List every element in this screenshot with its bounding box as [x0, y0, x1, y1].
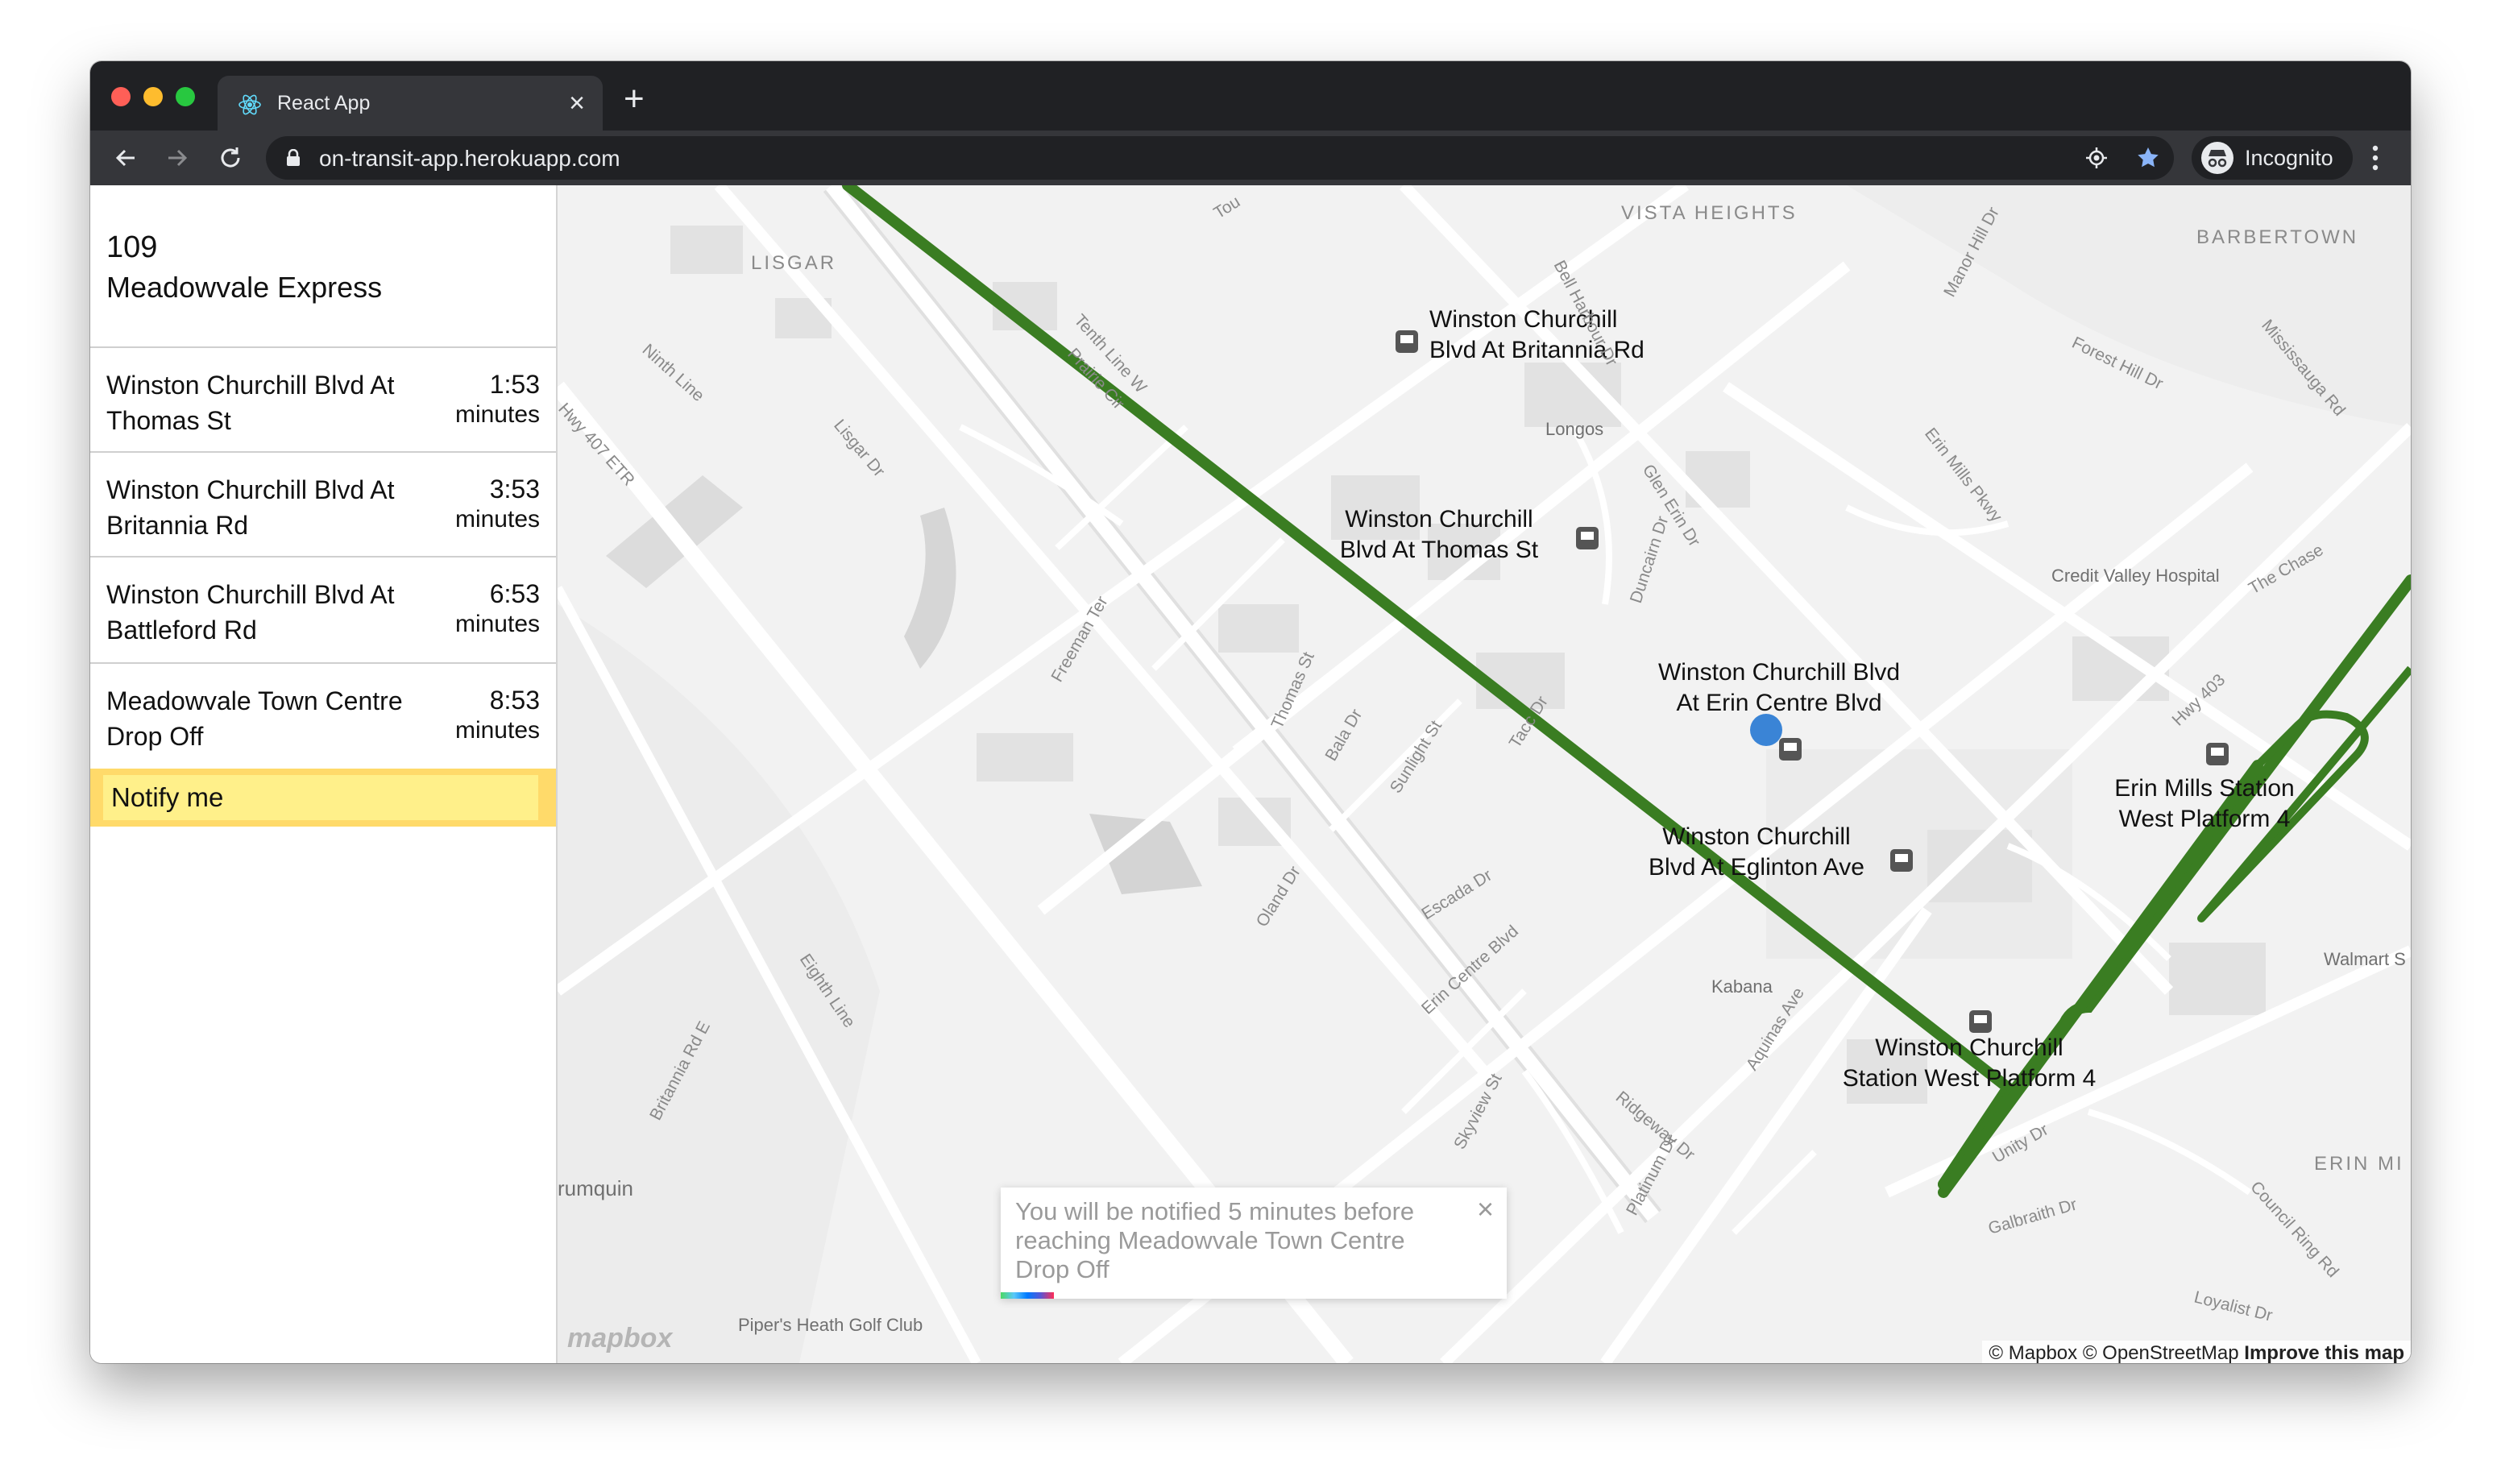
stop-label: Winston Churchill [1345, 506, 1533, 533]
incognito-icon [2201, 142, 2233, 174]
stop-label: West Platform 4 [2119, 806, 2291, 832]
react-icon [238, 94, 261, 115]
route-number: 109 [106, 230, 158, 264]
stop-name: Winston Churchill Blvd At Battleford Rd [106, 580, 395, 645]
stop-eta: 6:53 [489, 579, 540, 608]
tab-title: React App [277, 92, 371, 114]
place-label: LISGAR [751, 252, 836, 274]
maximize-window-button[interactable] [176, 87, 195, 106]
stop-name: Winston Churchill Blvd At Thomas St [106, 371, 395, 435]
stop-eta: 3:53 [489, 475, 540, 504]
more-menu-icon[interactable] [2369, 142, 2382, 174]
close-window-button[interactable] [111, 87, 131, 106]
route-name: Meadowvale Express [106, 271, 383, 304]
notify-container: Notify me [90, 769, 556, 827]
stop-eta-unit: minutes [454, 401, 540, 428]
stop-label: Erin Mills Station [2114, 775, 2294, 802]
map-attribution: © Mapbox © OpenStreetMap Improve this ma… [1982, 1341, 2411, 1363]
stop-eta-unit: minutes [454, 717, 540, 744]
stop-label: At Erin Centre Blvd [1676, 690, 1881, 716]
bus-stop-icon[interactable] [1576, 527, 1599, 549]
toast-progress-bar [1001, 1292, 1054, 1299]
forward-button[interactable] [160, 140, 195, 176]
stop-name: Meadowvale Town Centre Drop Off [106, 686, 403, 751]
close-icon[interactable]: × [1477, 1192, 1494, 1226]
mapbox-logo[interactable]: mapbox [567, 1323, 672, 1354]
notification-toast: You will be notified 5 minutes before re… [1001, 1188, 1507, 1299]
place-label: Walmart S [2324, 949, 2406, 969]
place-label: BARBERTOWN [2196, 226, 2358, 248]
place-label: Credit Valley Hospital [2051, 566, 2220, 586]
place-label: Piper's Heath Golf Club [738, 1315, 923, 1335]
browser-tab[interactable]: React App × [218, 76, 603, 132]
stop-list-item[interactable]: Meadowvale Town Centre Drop Off 8:53 min… [90, 662, 556, 767]
bus-stop-icon[interactable] [2206, 743, 2229, 765]
lock-icon [287, 149, 300, 166]
arrow-right-icon [168, 149, 188, 167]
stop-label: Station West Platform 4 [1843, 1065, 2097, 1092]
stop-name: Winston Churchill Blvd At Britannia Rd [106, 475, 395, 540]
stop-list-item[interactable]: Winston Churchill Blvd At Battleford Rd … [90, 556, 556, 661]
minimize-window-button[interactable] [143, 87, 163, 106]
incognito-label: Incognito [2245, 146, 2333, 170]
stop-list-item[interactable]: Winston Churchill Blvd At Thomas St 1:53… [90, 346, 556, 451]
stop-label: Winston Churchill [1662, 823, 1850, 850]
stop-eta: 1:53 [489, 370, 540, 399]
close-tab-icon[interactable]: × [569, 87, 585, 119]
place-label: Longos [1545, 419, 1603, 439]
toast-message: You will be notified 5 minutes before re… [1015, 1197, 1415, 1283]
reload-icon [221, 147, 240, 168]
new-tab-icon[interactable]: + [624, 79, 645, 119]
place-label: VISTA HEIGHTS [1621, 202, 1798, 224]
stop-eta-unit: minutes [454, 611, 540, 637]
bus-stop-icon[interactable] [1969, 1010, 1992, 1033]
place-label: ERIN MI [2314, 1153, 2404, 1175]
url-text: on-transit-app.herokuapp.com [319, 146, 620, 171]
stop-label: Blvd At Eglinton Ave [1649, 854, 1864, 881]
back-button[interactable] [108, 140, 143, 176]
place-label: rumquin [558, 1176, 633, 1200]
notify-me-button[interactable]: Notify me [103, 775, 538, 820]
bus-stop-icon[interactable] [1890, 849, 1913, 872]
stop-label: Blvd At Thomas St [1340, 537, 1539, 563]
title-bar: React App × + [90, 61, 2411, 132]
bookmark-star-icon[interactable] [2134, 143, 2163, 172]
bus-stop-icon[interactable] [1779, 738, 1802, 761]
place-label: Kabana [1711, 976, 1773, 997]
route-sidebar: 109 Meadowvale Express Winston Churchill… [90, 185, 558, 1363]
location-icon[interactable] [2082, 143, 2111, 172]
stop-eta: 8:53 [489, 686, 540, 715]
browser-toolbar: on-transit-app.herokuapp.com Incognito [90, 131, 2411, 185]
page-content: 109 Meadowvale Express Winston Churchill… [90, 185, 2411, 1363]
bus-location-marker[interactable] [1750, 714, 1782, 746]
map-canvas[interactable]: Winston Churchill Blvd At Britannia Rd W… [558, 185, 2411, 1363]
stop-label: Winston Churchill Blvd [1658, 659, 1900, 686]
browser-window: React App × + on-transit-app.herokuapp.c… [90, 61, 2411, 1363]
stop-list-item[interactable]: Winston Churchill Blvd At Britannia Rd 3… [90, 451, 556, 556]
stop-label: Winston Churchill [1875, 1034, 2063, 1061]
stop-eta-unit: minutes [454, 506, 540, 533]
arrow-left-icon [115, 149, 135, 167]
improve-map-link[interactable]: Improve this map [2244, 1342, 2404, 1363]
reload-button[interactable] [213, 140, 248, 176]
bus-stop-icon[interactable] [1396, 330, 1418, 353]
address-bar[interactable]: on-transit-app.herokuapp.com [266, 136, 2174, 180]
incognito-badge[interactable]: Incognito [2192, 136, 2353, 180]
attribution-text[interactable]: © Mapbox © OpenStreetMap [1989, 1342, 2238, 1363]
map-view[interactable]: Winston Churchill Blvd At Britannia Rd W… [558, 185, 2411, 1363]
